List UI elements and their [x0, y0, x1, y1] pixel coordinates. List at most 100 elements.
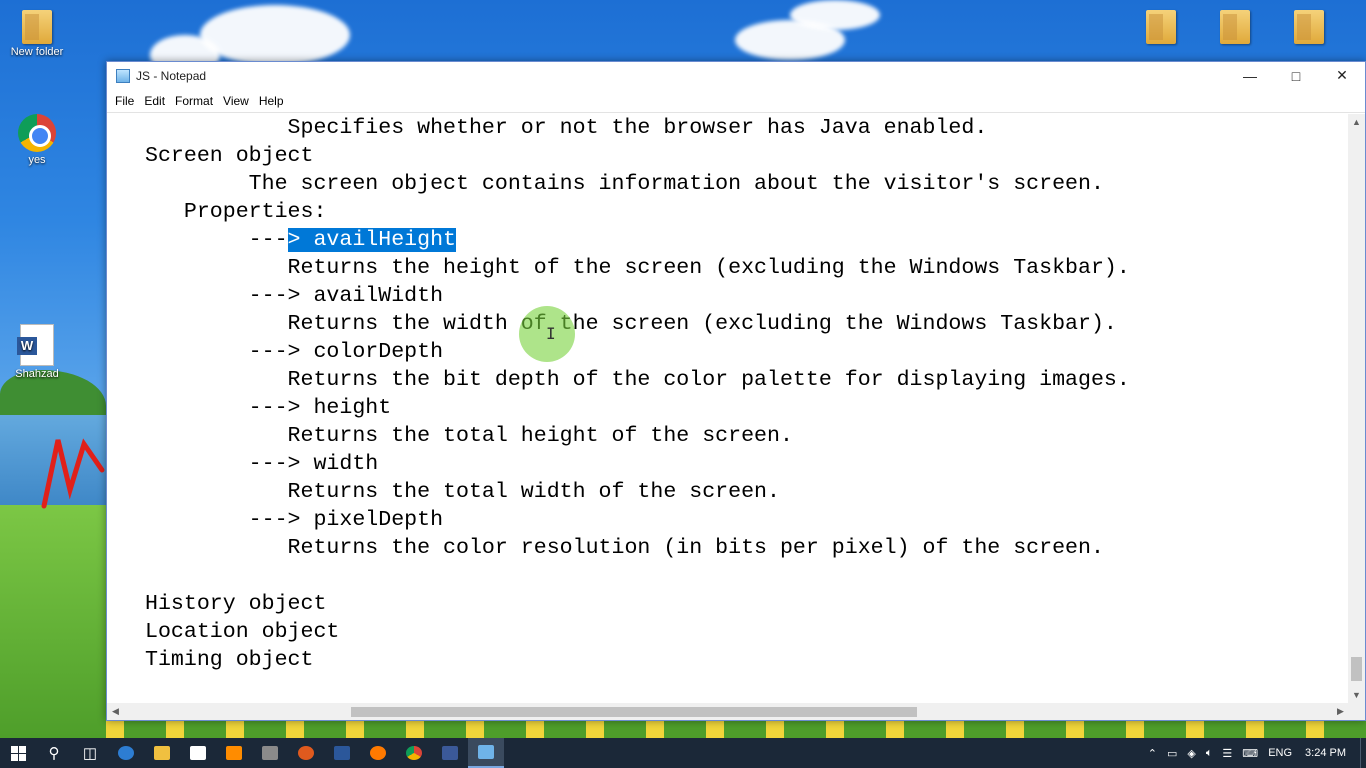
editor-line: Returns the color resolution (in bits pe…: [145, 536, 1104, 560]
menu-help[interactable]: Help: [255, 94, 288, 108]
cloud: [790, 0, 880, 30]
show-desktop-button[interactable]: [1360, 738, 1366, 768]
menu-file[interactable]: File: [111, 94, 138, 108]
title-bar[interactable]: JS - Notepad — □ ✕: [107, 62, 1365, 89]
vertical-scrollbar[interactable]: ▲ ▼: [1348, 114, 1365, 704]
editor-line: ---> availHeight: [145, 226, 457, 254]
editor-line: Returns the total height of the screen.: [145, 424, 793, 448]
editor-line: Returns the total width of the screen.: [145, 480, 780, 504]
store-icon: [190, 746, 206, 760]
taskbar-app-media[interactable]: [216, 738, 252, 768]
chrome-icon: [18, 114, 56, 152]
spark-icon: [370, 746, 386, 760]
editor-line: ---> height: [145, 396, 392, 420]
system-tray: ⌃ ▭ ◈ 🔈︎ ☰ ⌨ ENG 3:24 PM: [1143, 738, 1366, 768]
desktop-icon-label: yes: [28, 154, 46, 166]
vertical-scroll-thumb[interactable]: [1351, 657, 1362, 681]
grass: [0, 505, 106, 738]
search-icon: ⚲: [48, 745, 60, 762]
taskbar-app-store[interactable]: [180, 738, 216, 768]
folder-icon: [1146, 10, 1176, 44]
taskbar-app-chrome[interactable]: [396, 738, 432, 768]
desktop-icon-label: Shahzad: [15, 368, 59, 380]
language-indicator[interactable]: ENG: [1263, 747, 1297, 759]
fox-icon: [298, 746, 314, 760]
taskbar-app-fox[interactable]: [288, 738, 324, 768]
file-explorer-icon: [154, 746, 170, 760]
maximize-button[interactable]: □: [1273, 62, 1319, 89]
desktop-icon-word-doc[interactable]: W Shahzad: [0, 324, 74, 380]
notepad-icon: [478, 745, 494, 759]
volume-icon[interactable]: 🔈︎: [1201, 747, 1218, 760]
taskbar: ⚲ ◫ ⌃ ▭ ◈ 🔈︎ ☰ ⌨ ENG 3:24 PM: [0, 738, 1366, 768]
desktop-icon-folder[interactable]: [1272, 10, 1346, 46]
edge-icon: [118, 746, 134, 760]
editor-line: Properties:: [145, 200, 327, 224]
clock[interactable]: 3:24 PM: [1297, 747, 1360, 759]
taskbar-app-spark[interactable]: [360, 738, 396, 768]
keyboard-icon[interactable]: ⌨: [1237, 747, 1263, 760]
flowers: [106, 720, 1366, 738]
scroll-down-icon[interactable]: ▼: [1348, 687, 1365, 704]
text-editor[interactable]: Specifies whether or not the browser has…: [107, 114, 1349, 704]
editor-line: Screen object: [145, 144, 314, 168]
scroll-left-icon[interactable]: ◀: [107, 703, 124, 720]
scroll-up-icon[interactable]: ▲: [1348, 114, 1365, 131]
editor-line: Specifies whether or not the browser has…: [145, 116, 988, 140]
editor-line: Timing object: [145, 648, 314, 672]
window-title: JS - Notepad: [136, 68, 207, 83]
horizontal-scrollbar[interactable]: ◀ ▶: [107, 703, 1349, 720]
action-center-icon[interactable]: ☰: [1217, 747, 1237, 760]
search-button[interactable]: ⚲: [36, 738, 72, 768]
text-cursor-icon: I: [546, 324, 556, 343]
notepad-icon: [116, 68, 130, 83]
menu-format[interactable]: Format: [171, 94, 217, 108]
show-hidden-icons-icon[interactable]: ⌃: [1143, 747, 1162, 760]
editor-line: Returns the width of the screen (excludi…: [145, 312, 1117, 336]
red-scribble: [41, 438, 105, 509]
minimize-button[interactable]: —: [1227, 62, 1273, 89]
taskbar-app-explorer[interactable]: [144, 738, 180, 768]
media-player-icon: [226, 746, 242, 760]
start-button[interactable]: [0, 738, 36, 768]
folder-icon: [22, 10, 52, 44]
folder-icon: [1220, 10, 1250, 44]
editor-line: Location object: [145, 620, 340, 644]
menu-edit[interactable]: Edit: [140, 94, 169, 108]
taskbar-app-window[interactable]: [324, 738, 360, 768]
folder-icon: [1294, 10, 1324, 44]
desktop-icon-folder[interactable]: [1198, 10, 1272, 46]
task-view-button[interactable]: ◫: [72, 738, 108, 768]
close-button[interactable]: ✕: [1319, 62, 1365, 89]
menu-view[interactable]: View: [219, 94, 253, 108]
taskbar-app-film[interactable]: [252, 738, 288, 768]
desktop-icon-chrome[interactable]: yes: [0, 114, 74, 166]
cloud: [200, 5, 350, 65]
editor-line: History object: [145, 592, 327, 616]
taskbar-app-notepad[interactable]: [468, 738, 504, 768]
word-document-icon: W: [17, 324, 54, 366]
taskbar-app-edge[interactable]: [108, 738, 144, 768]
windows-logo-icon: [10, 745, 26, 761]
battery-icon[interactable]: ▭: [1162, 747, 1182, 760]
editor-line: ---> pixelDepth: [145, 508, 444, 532]
window-app-icon: [334, 746, 350, 760]
film-icon: [262, 746, 278, 760]
notepad-window: JS - Notepad — □ ✕ File Edit Format View…: [106, 61, 1366, 721]
scrollbar-corner: [1348, 703, 1365, 720]
desktop-icon-folder[interactable]: [1124, 10, 1198, 46]
editor-line: ---> availWidth: [145, 284, 444, 308]
desktop-icon-new-folder[interactable]: New folder: [0, 10, 74, 58]
network-icon[interactable]: ◈: [1182, 747, 1200, 760]
editor-line: Returns the bit depth of the color palet…: [145, 368, 1130, 392]
editor-line-prefix: ---: [145, 228, 288, 252]
chrome-icon: [406, 746, 422, 760]
desktop-icon-label: New folder: [10, 46, 64, 58]
menu-bar: File Edit Format View Help: [107, 89, 1365, 113]
facebook-icon: [442, 746, 458, 760]
scroll-right-icon[interactable]: ▶: [1332, 703, 1349, 720]
task-view-icon: ◫: [82, 745, 98, 762]
taskbar-app-facebook[interactable]: [432, 738, 468, 768]
editor-line: ---> colorDepth: [145, 340, 444, 364]
horizontal-scroll-thumb[interactable]: [351, 707, 917, 717]
